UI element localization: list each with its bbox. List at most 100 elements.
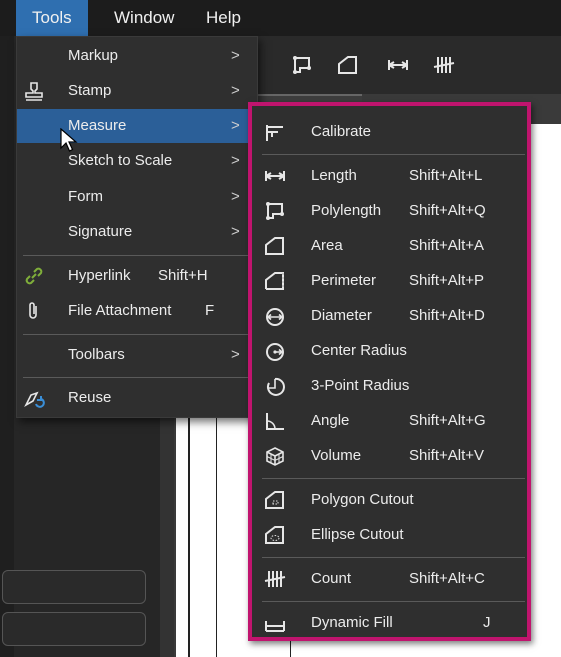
- menu-tools[interactable]: Tools: [16, 0, 88, 36]
- menu-item-measure[interactable]: Measure >: [17, 109, 257, 143]
- submenu-item-area[interactable]: Area Shift+Alt+A: [252, 228, 527, 263]
- submenu-item-length[interactable]: Length Shift+Alt+L: [252, 158, 527, 193]
- menu-item-label: Sketch to Scale: [68, 152, 173, 169]
- submenu-item-label: Perimeter: [311, 272, 377, 289]
- menu-item-shortcut: Shift+H: [158, 267, 208, 284]
- chevron-right-icon: >: [231, 223, 240, 240]
- submenu-item-shortcut: Shift+Alt+C: [409, 570, 485, 587]
- menu-separator: [262, 154, 525, 155]
- submenu-item-label: Polylength: [311, 202, 382, 219]
- mouse-cursor-icon: [60, 128, 78, 152]
- submenu-item-polygon-cutout[interactable]: Polygon Cutout: [252, 482, 527, 517]
- ellipse-cutout-icon: [265, 526, 284, 544]
- menu-window[interactable]: Window: [98, 0, 190, 36]
- menu-item-stamp[interactable]: Stamp >: [17, 74, 257, 108]
- menu-item-label: Signature: [68, 223, 133, 240]
- polygon-cutout-icon: [265, 491, 284, 509]
- link-icon: [25, 267, 43, 285]
- volume-icon: [266, 447, 284, 466]
- polylength-tool-icon[interactable]: [290, 54, 314, 76]
- submenu-item-shortcut: Shift+Alt+V: [409, 447, 485, 464]
- length-tool-icon[interactable]: [386, 54, 410, 76]
- dynamic-fill-icon: [265, 621, 285, 632]
- submenu-item-center-radius[interactable]: Center Radius: [252, 333, 527, 368]
- submenu-item-shortcut: Shift+Alt+P: [409, 272, 485, 289]
- side-strip: [0, 36, 14, 657]
- panel-field[interactable]: [2, 612, 146, 646]
- submenu-item-shortcut: Shift+Alt+D: [409, 307, 485, 324]
- submenu-item-label: Length: [311, 167, 357, 184]
- menu-item-label: File Attachment: [68, 302, 172, 319]
- submenu-item-perimeter[interactable]: Perimeter Shift+Alt+P: [252, 263, 527, 298]
- submenu-item-diameter[interactable]: Diameter Shift+Alt+D: [252, 298, 527, 333]
- submenu-item-label: Polygon Cutout: [311, 491, 414, 508]
- menu-separator: [23, 334, 251, 335]
- area-tool-icon[interactable]: [336, 54, 360, 76]
- menu-item-label: Form: [68, 188, 103, 205]
- chevron-right-icon: >: [231, 346, 240, 363]
- submenu-item-label: 3-Point Radius: [311, 377, 410, 394]
- menu-item-toolbars[interactable]: Toolbars >: [17, 338, 257, 372]
- submenu-item-label: Calibrate: [311, 123, 372, 140]
- submenu-item-volume[interactable]: Volume Shift+Alt+V: [252, 438, 527, 473]
- submenu-item-3-point-radius[interactable]: 3-Point Radius: [252, 368, 527, 403]
- diameter-icon: [266, 308, 284, 326]
- submenu-item-shortcut: Shift+Alt+A: [409, 237, 485, 254]
- polylength-icon: [266, 202, 284, 220]
- perimeter-icon: [265, 272, 284, 290]
- submenu-item-label: Center Radius: [311, 342, 407, 359]
- submenu-item-label: Area: [311, 237, 343, 254]
- submenu-item-shortcut: J: [483, 614, 491, 631]
- menu-separator: [23, 255, 251, 256]
- calibrate-icon: [266, 125, 283, 141]
- menu-separator: [23, 377, 251, 378]
- angle-icon: [266, 413, 284, 430]
- three-point-radius-icon: [266, 377, 285, 396]
- tools-dropdown-menu: Markup > Stamp > Measure > Sketch to Sca…: [16, 36, 258, 418]
- menu-item-file-attachment[interactable]: File Attachment F: [17, 294, 257, 328]
- menu-item-markup[interactable]: Markup >: [17, 39, 257, 73]
- stamp-icon: [25, 82, 43, 101]
- submenu-item-calibrate[interactable]: Calibrate: [252, 114, 527, 149]
- area-icon: [265, 237, 284, 255]
- chevron-right-icon: >: [231, 47, 240, 64]
- chevron-right-icon: >: [231, 82, 240, 99]
- panel-field[interactable]: [2, 570, 146, 604]
- menu-item-reuse[interactable]: Reuse: [17, 381, 257, 415]
- chevron-right-icon: >: [231, 188, 240, 205]
- chevron-right-icon: >: [231, 152, 240, 169]
- reuse-icon: [24, 391, 45, 408]
- submenu-item-dynamic-fill[interactable]: Dynamic Fill J: [252, 605, 527, 640]
- menu-item-sketch-to-scale[interactable]: Sketch to Scale >: [17, 144, 257, 178]
- menu-separator: [262, 601, 525, 602]
- paperclip-icon: [29, 302, 37, 319]
- menu-item-label: Stamp: [68, 82, 112, 99]
- submenu-item-label: Diameter: [311, 307, 372, 324]
- menu-separator: [262, 557, 525, 558]
- submenu-item-shortcut: Shift+Alt+L: [409, 167, 483, 184]
- length-icon: [265, 171, 285, 181]
- chevron-right-icon: >: [231, 117, 240, 134]
- count-tool-icon[interactable]: [432, 54, 456, 76]
- center-radius-icon: [266, 343, 284, 361]
- submenu-item-shortcut: Shift+Alt+G: [409, 412, 486, 429]
- measure-toolbar: [248, 36, 561, 94]
- menu-item-label: Markup: [68, 47, 119, 64]
- submenu-item-ellipse-cutout[interactable]: Ellipse Cutout: [252, 517, 527, 552]
- menu-item-hyperlink[interactable]: Hyperlink Shift+H: [17, 259, 257, 293]
- submenu-item-label: Ellipse Cutout: [311, 526, 404, 543]
- measure-submenu: Calibrate Length Shift+Alt+L Polylength …: [248, 102, 531, 641]
- menu-item-label: Toolbars: [68, 346, 125, 363]
- menu-separator: [262, 478, 525, 479]
- menu-item-label: Reuse: [68, 389, 112, 406]
- menu-item-form[interactable]: Form >: [17, 180, 257, 214]
- submenu-item-polylength[interactable]: Polylength Shift+Alt+Q: [252, 193, 527, 228]
- submenu-item-count[interactable]: Count Shift+Alt+C: [252, 561, 527, 596]
- count-icon: [264, 571, 286, 587]
- menu-item-label: Hyperlink: [68, 267, 131, 284]
- menu-item-signature[interactable]: Signature >: [17, 215, 257, 249]
- menu-help[interactable]: Help: [190, 0, 257, 36]
- submenu-item-label: Volume: [311, 447, 362, 464]
- submenu-item-angle[interactable]: Angle Shift+Alt+G: [252, 403, 527, 438]
- menu-item-shortcut: F: [205, 302, 215, 319]
